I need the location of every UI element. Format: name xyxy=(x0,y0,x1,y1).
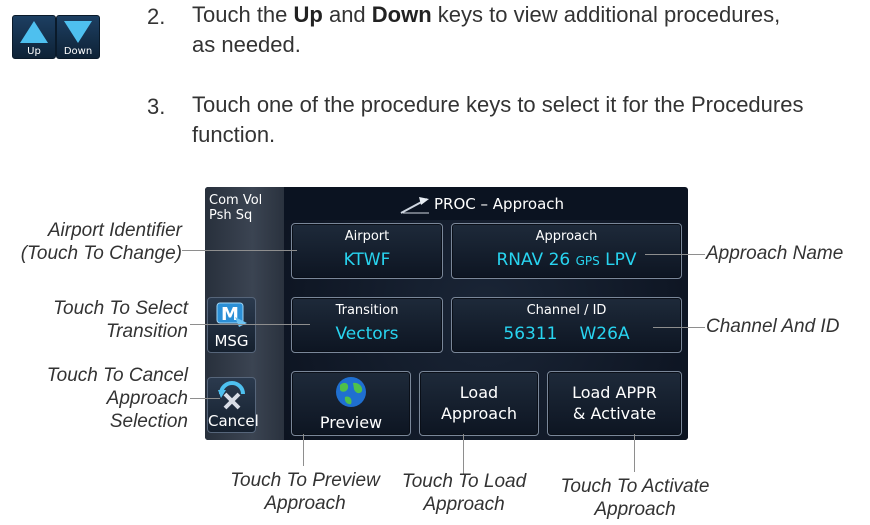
title-bar: PROC – Approach xyxy=(284,187,688,220)
approach-value: RNAV 26 GPS LPV xyxy=(496,250,637,270)
transition-label: Transition xyxy=(335,303,399,318)
down-key[interactable]: Down xyxy=(56,15,100,59)
msg-label: MSG xyxy=(214,332,249,350)
step-2-text-line2: as needed. xyxy=(192,32,301,57)
up-key[interactable]: Up xyxy=(12,15,56,59)
com-vol-label[interactable]: Com Vol Psh Sq xyxy=(209,193,262,223)
preview-button[interactable]: Preview xyxy=(291,371,411,436)
leader-activate xyxy=(634,434,635,472)
cancel-label: Cancel xyxy=(208,412,259,430)
channel-id-label: Channel / ID xyxy=(526,303,607,318)
proc-approach-screen: Com Vol Psh Sq M MSG Cancel PROC – Appro… xyxy=(205,187,688,440)
callout-select-transition: Touch To Select Transition xyxy=(53,298,188,342)
preview-label: Preview xyxy=(319,413,383,432)
load-approach-label-2: Approach xyxy=(440,404,517,423)
up-arrow-icon xyxy=(20,21,48,43)
step-3-number: 3. xyxy=(147,94,166,119)
channel-id-value: 56311 W26A xyxy=(503,324,630,344)
step-2-text: Touch the Up and Down keys to view addit… xyxy=(192,2,781,27)
down-arrow-icon xyxy=(64,21,92,43)
step-3-text: Touch one of the procedure keys to selec… xyxy=(192,92,804,117)
approach-button[interactable]: Approach RNAV 26 GPS LPV xyxy=(451,223,682,279)
svg-text:M: M xyxy=(221,304,239,325)
leader-preview xyxy=(303,434,304,466)
load-activate-button[interactable]: Load APPR & Activate xyxy=(547,371,682,436)
load-approach-label-1: Load xyxy=(459,383,499,402)
airport-value: KTWF xyxy=(343,250,391,270)
cancel-icon xyxy=(218,381,245,410)
sidebar: Com Vol Psh Sq M MSG Cancel xyxy=(205,187,284,440)
leader-cancel xyxy=(190,398,220,399)
down-key-label: Down xyxy=(63,46,93,57)
leader-airport xyxy=(182,250,297,251)
transition-value: Vectors xyxy=(335,324,399,344)
callout-channel-id: Channel And ID xyxy=(706,316,840,337)
up-key-label: Up xyxy=(27,46,41,57)
load-activate-label-2: & Activate xyxy=(572,404,657,423)
msg-button[interactable]: M MSG xyxy=(207,297,256,353)
globe-icon xyxy=(336,377,366,407)
cancel-button[interactable]: Cancel xyxy=(207,377,259,433)
airport-button[interactable]: Airport KTWF xyxy=(291,223,443,279)
load-activate-label-1: Load APPR xyxy=(572,383,657,402)
approach-icon xyxy=(400,197,429,214)
callout-activate-approach: Touch To Activate Approach xyxy=(560,476,710,520)
leader-load xyxy=(463,434,464,474)
transition-button[interactable]: Transition Vectors xyxy=(291,297,443,353)
screen-title: PROC – Approach xyxy=(434,195,565,213)
step-2-number: 2. xyxy=(147,4,166,29)
step-3-text-line2: function. xyxy=(192,122,276,147)
leader-transition xyxy=(190,324,310,325)
callout-cancel-approach: Touch To Cancel Approach Selection xyxy=(46,365,188,432)
callout-airport-identifier: Airport Identifier (Touch To Change) xyxy=(20,220,182,264)
callout-approach-name: Approach Name xyxy=(706,243,844,264)
leader-channel xyxy=(653,327,705,328)
airport-label: Airport xyxy=(344,229,390,244)
callout-load-approach: Touch To Load Approach xyxy=(401,471,527,515)
load-approach-button[interactable]: Load Approach xyxy=(419,371,539,436)
channel-id-button[interactable]: Channel / ID 56311 W26A xyxy=(451,297,682,353)
leader-approach-name xyxy=(645,254,705,255)
approach-label: Approach xyxy=(535,229,598,244)
